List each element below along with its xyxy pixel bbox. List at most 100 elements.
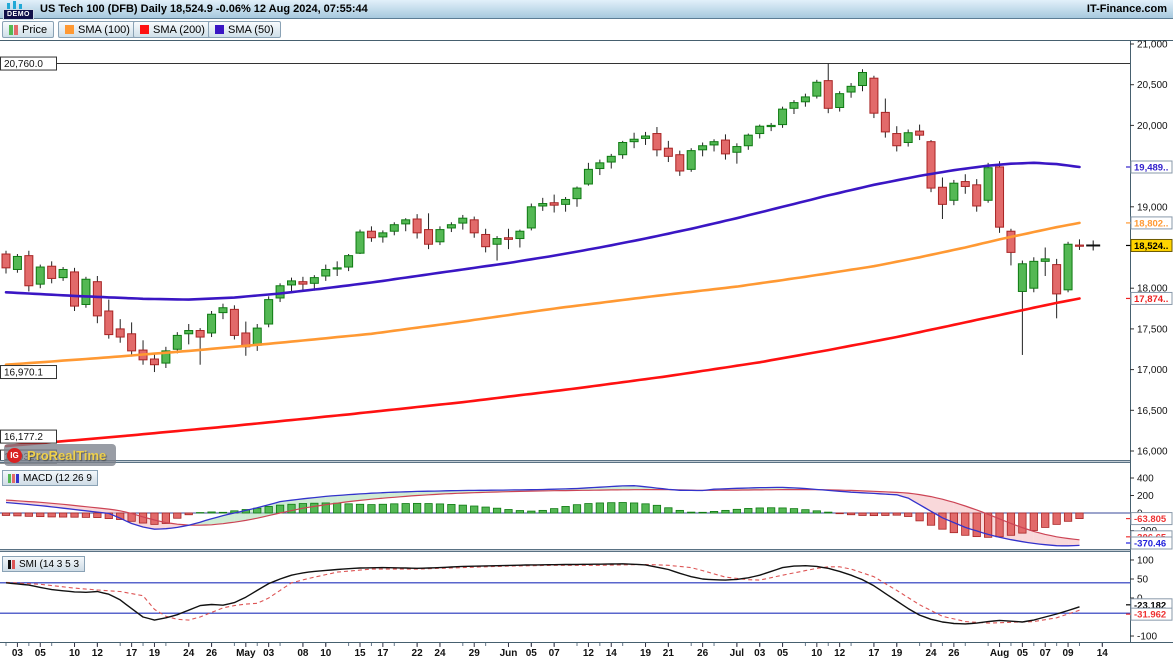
candlestick[interactable] bbox=[71, 268, 79, 311]
x-axis-label: 19 bbox=[891, 648, 903, 659]
candlestick[interactable] bbox=[870, 76, 878, 118]
x-axis-label: Jul bbox=[730, 648, 745, 659]
legend-tab-sma50[interactable]: SMA (50) bbox=[208, 21, 281, 38]
x-axis-label: 05 bbox=[526, 648, 538, 659]
price-series-icon bbox=[9, 25, 18, 35]
x-axis-label: 19 bbox=[640, 648, 652, 659]
x-axis-label: 05 bbox=[777, 648, 789, 659]
trading-app: { "title_bar": { "demo_label": "DEMO", "… bbox=[0, 0, 1173, 660]
candlestick[interactable] bbox=[927, 140, 935, 192]
smi-axis-tick: -100 bbox=[1137, 632, 1157, 643]
candlestick[interactable] bbox=[996, 161, 1004, 233]
x-axis-label: 15 bbox=[354, 648, 366, 659]
legend-tab-sma100-label: SMA (100) bbox=[78, 24, 130, 36]
smi-axis-tick: 50 bbox=[1137, 574, 1149, 585]
svg-text:-31.962: -31.962 bbox=[1134, 610, 1166, 621]
x-axis-label: 14 bbox=[606, 648, 618, 659]
price-label-box: 17,874.. bbox=[1126, 292, 1172, 305]
level-label: 16,970.1 bbox=[1, 366, 57, 379]
svg-text:-63.805: -63.805 bbox=[1134, 514, 1167, 525]
candlestick[interactable] bbox=[356, 230, 364, 254]
x-axis-label: 22 bbox=[412, 648, 424, 659]
x-axis-label: 26 bbox=[697, 648, 709, 659]
x-axis-label: Aug bbox=[990, 648, 1009, 659]
macd-line-value-box: -370.46 bbox=[1126, 537, 1172, 550]
candlestick[interactable] bbox=[1064, 242, 1072, 292]
candlestick[interactable] bbox=[813, 80, 821, 99]
legend-tab-sma200[interactable]: SMA (200) bbox=[133, 21, 212, 38]
x-axis-label: Jun bbox=[500, 648, 518, 659]
svg-text:17,874..: 17,874.. bbox=[1134, 294, 1168, 305]
chart-canvas[interactable]: 20,760.016,970.116,177.215,932.021,00020… bbox=[0, 0, 1173, 660]
candlestick[interactable] bbox=[25, 251, 33, 292]
price-axis[interactable]: 21,00020,50020,00019,00018,00017,50017,0… bbox=[1126, 40, 1173, 643]
x-axis-label: 24 bbox=[434, 648, 446, 659]
x-axis-label: 12 bbox=[583, 648, 595, 659]
x-axis-label: 03 bbox=[754, 648, 766, 659]
watermark-text: ProRealTime bbox=[27, 448, 106, 463]
smi-icon bbox=[8, 560, 15, 569]
x-axis-label: 10 bbox=[320, 648, 332, 659]
instrument-title: US Tech 100 (DFB) Daily 18,524.9 -0.06% … bbox=[40, 3, 368, 15]
x-axis-label: 24 bbox=[925, 648, 937, 659]
y-axis-tick: 17,500 bbox=[1137, 324, 1168, 335]
demo-badge: DEMO bbox=[3, 9, 34, 20]
x-axis-label: 29 bbox=[469, 648, 481, 659]
x-axis-label: 19 bbox=[149, 648, 161, 659]
candlestick[interactable] bbox=[208, 311, 216, 337]
candlestick[interactable] bbox=[984, 163, 992, 203]
x-axis-label: 05 bbox=[35, 648, 47, 659]
level-label: 20,760.0 bbox=[1, 57, 57, 70]
x-axis-label: 07 bbox=[549, 648, 561, 659]
macd-axis-tick: 200 bbox=[1137, 491, 1154, 502]
macd-value-box: -63.805 bbox=[1126, 513, 1172, 526]
x-axis-label: May bbox=[236, 648, 256, 659]
level-label: 16,177.2 bbox=[1, 430, 57, 443]
y-axis-tick: 20,500 bbox=[1137, 80, 1168, 91]
candlestick[interactable] bbox=[779, 107, 787, 128]
date-axis[interactable]: 03 05 10 12 17 19 24 26 May 03 08 10 15 17 22 24 29 Jun 05… bbox=[6, 643, 1108, 659]
ig-logo-icon: IG bbox=[7, 448, 22, 463]
sma50-swatch-icon bbox=[215, 25, 224, 34]
y-axis-tick: 17,000 bbox=[1137, 365, 1168, 376]
macd-panel-tab[interactable]: MACD (12 26 9 bbox=[2, 470, 98, 486]
candlestick[interactable] bbox=[527, 204, 535, 231]
macd-icon bbox=[8, 474, 19, 483]
svg-text:19,489..: 19,489.. bbox=[1134, 162, 1168, 173]
svg-text:16,177.2: 16,177.2 bbox=[4, 432, 43, 443]
x-axis-label: 12 bbox=[834, 648, 846, 659]
x-axis-label: 26 bbox=[948, 648, 960, 659]
y-axis-tick: 19,000 bbox=[1137, 202, 1168, 213]
x-axis-label: 08 bbox=[297, 648, 309, 659]
mini-candles-icon bbox=[7, 1, 29, 9]
legend-tab-sma100[interactable]: SMA (100) bbox=[58, 21, 137, 38]
candlestick[interactable] bbox=[82, 277, 90, 308]
legend-tab-price[interactable]: Price bbox=[2, 21, 54, 38]
smi-panel-tab[interactable]: SMI (14 3 5 3 bbox=[2, 556, 85, 572]
candlestick[interactable] bbox=[13, 254, 21, 273]
x-axis-label: 21 bbox=[663, 648, 675, 659]
candlestick[interactable] bbox=[1030, 257, 1038, 292]
x-axis-label: 14 bbox=[1097, 648, 1109, 659]
x-axis-label: 17 bbox=[868, 648, 880, 659]
x-axis-label: 10 bbox=[811, 648, 823, 659]
candlestick[interactable] bbox=[265, 296, 273, 327]
legend-tab-sma200-label: SMA (200) bbox=[153, 24, 205, 36]
candlestick[interactable] bbox=[230, 305, 238, 339]
x-axis-label: 17 bbox=[377, 648, 389, 659]
candlestick[interactable] bbox=[93, 276, 101, 323]
x-axis-label: 26 bbox=[206, 648, 218, 659]
smi-signal-value-box: -31.962 bbox=[1126, 608, 1172, 621]
brand-link[interactable]: IT-Finance.com bbox=[1087, 3, 1167, 15]
x-axis-label: 09 bbox=[1062, 648, 1074, 659]
x-axis-label: 05 bbox=[1017, 648, 1029, 659]
legend-tab-price-label: Price bbox=[22, 24, 47, 36]
legend-tab-sma50-label: SMA (50) bbox=[228, 24, 274, 36]
macd-axis-tick: 400 bbox=[1137, 474, 1154, 485]
sma200-swatch-icon bbox=[140, 25, 149, 34]
x-axis-label: 03 bbox=[263, 648, 275, 659]
candlestick[interactable] bbox=[687, 148, 695, 172]
y-axis-tick: 20,000 bbox=[1137, 121, 1168, 132]
candlestick[interactable] bbox=[436, 226, 444, 245]
price-label-box: 18,524.. bbox=[1126, 239, 1172, 252]
